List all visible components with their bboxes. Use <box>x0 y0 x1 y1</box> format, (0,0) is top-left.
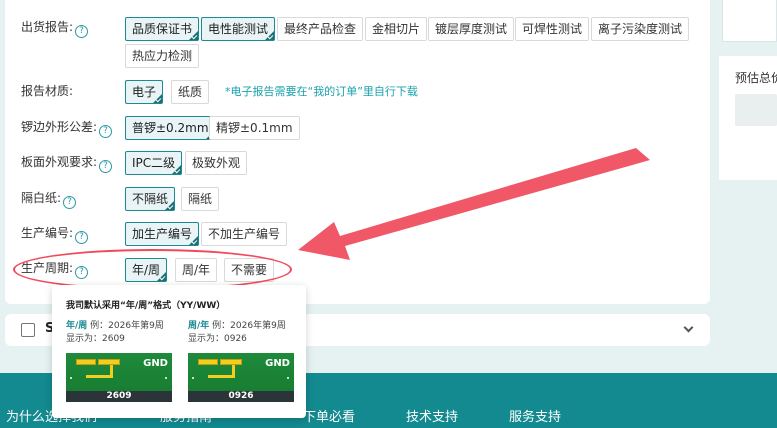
pcb-dot <box>192 377 194 379</box>
option-routing-precise[interactable]: 精锣±0.1mm <box>209 116 300 140</box>
option-no-separator[interactable]: 不隔纸 <box>125 187 176 211</box>
help-icon[interactable]: ? <box>99 125 113 138</box>
footer-link-tech-support[interactable]: 技术支持 <box>406 406 458 425</box>
option-final-inspection[interactable]: 最终产品检查 <box>277 17 364 41</box>
pcb-trace <box>208 375 235 378</box>
help-icon[interactable]: ? <box>75 231 89 244</box>
example-text: 例：2026年第9周 <box>212 321 286 331</box>
row-appearance: 板面外观要求:? IPC二级 极致外观 <box>21 151 711 175</box>
gnd-label: GND <box>265 358 290 369</box>
row-label: 板面外观要求:? <box>21 151 113 173</box>
pcb-pad <box>98 359 120 365</box>
option-no-production-number[interactable]: 不加生产编号 <box>201 222 288 246</box>
tooltip-title: 我司默认采用“年/周”格式（YY/WW） <box>66 301 226 311</box>
option-week-year[interactable]: 周/年 <box>175 258 218 282</box>
option-electrical-test[interactable]: 电性能测试 <box>201 17 276 41</box>
row-production-number: 生产编号:? 加生产编号 不加生产编号 <box>21 222 711 246</box>
section-checkbox[interactable] <box>21 323 35 337</box>
row-production-cycle: 生产周期:? 年/周 周/年 不需要 <box>21 257 711 282</box>
option-paper[interactable]: 纸质 <box>171 80 210 104</box>
pcb-dot <box>165 377 167 379</box>
pcb-date-code: 0926 <box>228 391 254 401</box>
row-label: 生产编号:? <box>21 222 89 244</box>
row-shipping-report: 出货报告:? 品质保证书 电性能测试 最终产品检查 金相切片 镀层厚度测试 可焊… <box>21 16 711 68</box>
display-text: 显示为：0926 <box>188 334 247 344</box>
option-ionic-contamination[interactable]: 离子污染度测试 <box>591 17 690 41</box>
option-add-production-number[interactable]: 加生产编号 <box>125 222 200 246</box>
option-metallographic-section[interactable]: 金相切片 <box>365 17 428 41</box>
pcb-date-code: 2609 <box>106 391 132 401</box>
right-summary-box <box>722 0 777 42</box>
help-icon[interactable]: ? <box>75 266 89 279</box>
display-text: 显示为：2609 <box>66 334 125 344</box>
pcb-dot <box>287 377 289 379</box>
option-electronic[interactable]: 电子 <box>125 80 164 104</box>
pcb-dot <box>70 377 72 379</box>
format-label: 年/周 <box>66 321 88 331</box>
row-report-material: 报告材质: 电子 纸质 *电子报告需要在“我的订单”里自行下载 <box>21 80 711 104</box>
option-thermal-stress[interactable]: 热应力检测 <box>125 44 200 68</box>
order-options-panel: 出货报告:? 品质保证书 电性能测试 最终产品检查 金相切片 镀层厚度测试 可焊… <box>5 0 710 304</box>
row-label: 锣边外形公差:? <box>21 116 113 138</box>
tooltip-left-column: 年/周 例：2026年第9周 显示为：2609 <box>66 320 164 346</box>
option-quality-certificate[interactable]: 品质保证书 <box>125 17 200 41</box>
option-ipc-class2[interactable]: IPC二级 <box>125 151 183 175</box>
option-separator[interactable]: 隔纸 <box>181 187 220 211</box>
row-label: 报告材质: <box>21 84 74 98</box>
pcb-pad <box>220 359 242 365</box>
format-label: 周/年 <box>188 321 210 331</box>
row-label: 隔白纸:? <box>21 187 77 209</box>
price-value-box <box>735 94 777 126</box>
pcb-trace <box>86 375 113 378</box>
option-year-week[interactable]: 年/周 <box>125 258 168 282</box>
row-label: 出货报告:? <box>21 16 89 38</box>
row-label: 生产周期:? <box>21 257 89 279</box>
chevron-down-icon[interactable] <box>683 322 694 333</box>
example-text: 例：2026年第9周 <box>90 321 164 331</box>
report-note: *电子报告需要在“我的订单”里自行下载 <box>225 85 418 98</box>
row-separator-paper: 隔白纸:? 不隔纸 隔纸 <box>21 187 711 211</box>
gnd-label: GND <box>143 358 168 369</box>
footer-link-order-notice[interactable]: 下单必看 <box>303 406 355 425</box>
help-icon[interactable]: ? <box>99 160 113 173</box>
footer-link-service-support[interactable]: 服务支持 <box>509 406 561 425</box>
option-not-needed[interactable]: 不需要 <box>224 258 275 282</box>
row-edge-tolerance: 锣边外形公差:? 普锣±0.2mm 精锣±0.1mm <box>21 116 711 140</box>
production-cycle-tooltip: 我司默认采用“年/周”格式（YY/WW） 年/周 例：2026年第9周 显示为：… <box>52 285 306 418</box>
option-plating-thickness[interactable]: 镀层厚度测试 <box>428 17 515 41</box>
option-premium-appearance[interactable]: 极致外观 <box>185 151 248 175</box>
pcb-sample-image-year-week: GND 2609 <box>66 353 172 402</box>
estimated-price-label: 预估总价 <box>735 71 777 85</box>
option-routing-normal[interactable]: 普锣±0.2mm <box>125 116 216 140</box>
option-solderability[interactable]: 可焊性测试 <box>515 17 590 41</box>
pcb-pad <box>198 359 218 365</box>
tooltip-right-column: 周/年 例：2026年第9周 显示为：0926 <box>188 320 286 346</box>
pcb-sample-image-week-year: GND 0926 <box>188 353 294 402</box>
help-icon[interactable]: ? <box>75 25 89 38</box>
help-icon[interactable]: ? <box>63 196 77 209</box>
pcb-pad <box>76 359 96 365</box>
